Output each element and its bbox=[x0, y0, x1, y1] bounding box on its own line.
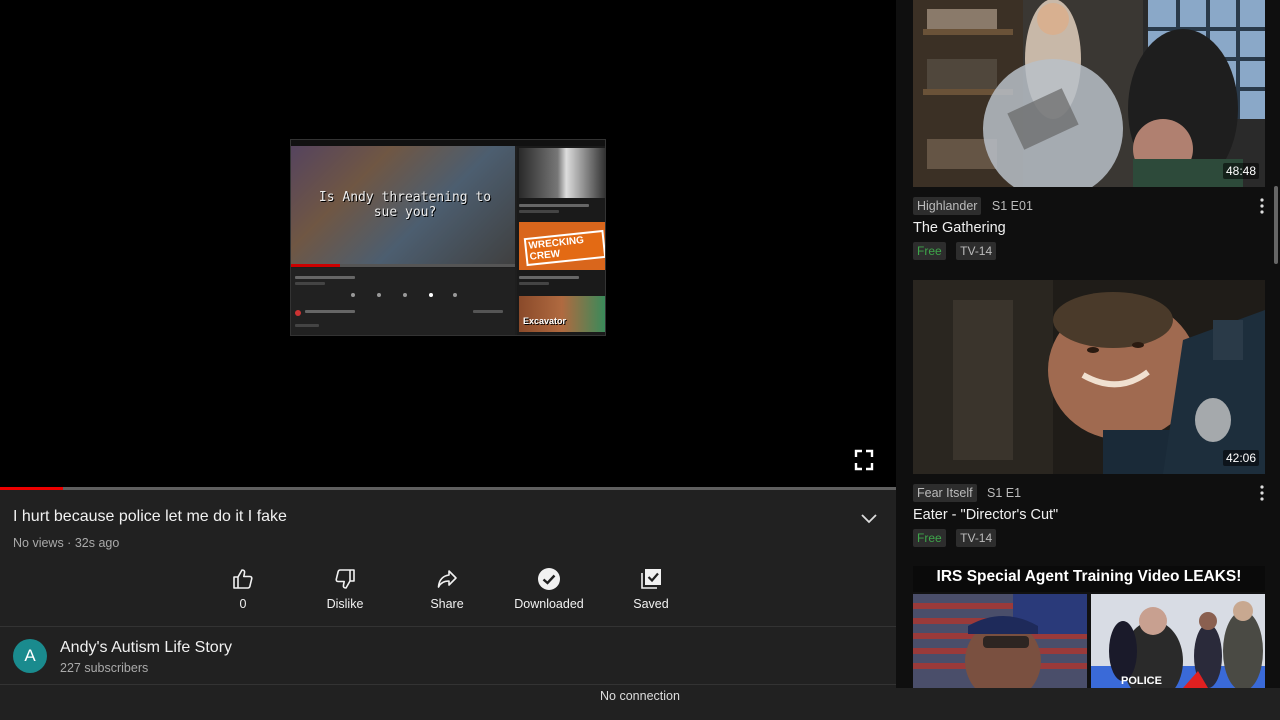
chevron-down-icon[interactable] bbox=[860, 511, 878, 525]
share-icon bbox=[437, 570, 457, 588]
preview-video-area: Is Andy threatening to sue you? bbox=[291, 146, 515, 264]
free-badge: Free bbox=[913, 242, 946, 260]
video-thumbnail[interactable]: 42:06 bbox=[913, 280, 1265, 474]
video-duration: 42:06 bbox=[1222, 450, 1259, 466]
recommendations-panel: 48:48 Highlander S1 E01 The Gathering Fr… bbox=[896, 0, 1280, 688]
action-bar: 0 Dislike Share Downloaded Saved bbox=[193, 564, 703, 616]
thumbs-down-icon bbox=[335, 569, 355, 589]
more-options-icon[interactable] bbox=[1257, 484, 1267, 502]
divider bbox=[0, 684, 896, 685]
share-label: Share bbox=[430, 597, 464, 611]
thumbnail-image bbox=[913, 0, 1265, 187]
preview-overlay-text: Is Andy threatening to sue you? bbox=[318, 190, 492, 220]
recommendation-card[interactable]: 48:48 Highlander S1 E01 The Gathering Fr… bbox=[913, 0, 1265, 260]
preview-info-area bbox=[291, 268, 515, 335]
no-connection-banner: No connection bbox=[600, 689, 680, 703]
thumbs-up-icon bbox=[233, 569, 253, 589]
downloaded-check-icon bbox=[538, 568, 560, 590]
progress-bar[interactable] bbox=[0, 487, 896, 490]
show-badge: Fear Itself bbox=[913, 484, 977, 502]
channel-row[interactable]: A Andy's Autism Life Story 227 subscribe… bbox=[0, 627, 896, 685]
video-duration: 48:48 bbox=[1222, 163, 1259, 179]
episode-label: S1 E1 bbox=[987, 486, 1022, 500]
video-player[interactable]: Is Andy threatening to sue you? WRECKING… bbox=[0, 0, 896, 488]
thumbnail-headline: IRS Special Agent Training Video LEAKS! bbox=[936, 568, 1242, 585]
saved-playlist-icon bbox=[641, 569, 661, 589]
free-badge: Free bbox=[913, 529, 946, 547]
video-frame: Is Andy threatening to sue you? WRECKING… bbox=[290, 139, 606, 336]
show-badge: Highlander bbox=[913, 197, 982, 215]
recommendation-card[interactable]: POLICE IRS Special Agent Training Video … bbox=[913, 566, 1265, 688]
rating-badge: TV-14 bbox=[956, 242, 997, 260]
rating-badge: TV-14 bbox=[956, 529, 997, 547]
preview-progress bbox=[291, 264, 515, 267]
like-count: 0 bbox=[239, 597, 247, 611]
recommendation-card[interactable]: 42:06 Fear Itself S1 E1 Eater - "Directo… bbox=[913, 280, 1265, 547]
subscriber-count: 227 subscribers bbox=[60, 661, 149, 675]
scrollbar[interactable] bbox=[1274, 186, 1278, 264]
channel-name: Andy's Autism Life Story bbox=[60, 639, 233, 656]
preview-sidebar: WRECKING CREW Excavator bbox=[517, 146, 605, 335]
fullscreen-icon[interactable] bbox=[854, 449, 874, 471]
dislike-label: Dislike bbox=[326, 597, 364, 611]
watch-panel: Is Andy threatening to sue you? WRECKING… bbox=[0, 0, 896, 720]
thumbnail-image bbox=[913, 280, 1265, 474]
avatar[interactable]: A bbox=[13, 639, 47, 673]
downloaded-label: Downloaded bbox=[514, 597, 584, 611]
episode-title: Eater - "Director's Cut" bbox=[913, 507, 1059, 523]
svg-text:POLICE: POLICE bbox=[1121, 675, 1162, 687]
video-thumbnail[interactable]: 48:48 bbox=[913, 0, 1265, 187]
video-title: I hurt because police let me do it I fak… bbox=[13, 508, 287, 525]
episode-label: S1 E01 bbox=[991, 199, 1033, 213]
video-thumbnail[interactable]: POLICE IRS Special Agent Training Video … bbox=[913, 566, 1265, 688]
saved-label: Saved bbox=[633, 597, 669, 611]
dislike-button[interactable]: Dislike bbox=[295, 564, 395, 616]
video-meta: No views · 32s ago bbox=[13, 536, 120, 550]
like-button[interactable]: 0 bbox=[193, 564, 293, 616]
more-options-icon[interactable] bbox=[1257, 197, 1267, 215]
share-button[interactable]: Share bbox=[397, 564, 497, 616]
progress-fill bbox=[0, 487, 63, 490]
saved-button[interactable]: Saved bbox=[601, 564, 701, 616]
episode-title: The Gathering bbox=[913, 220, 1006, 236]
downloaded-button[interactable]: Downloaded bbox=[499, 564, 599, 616]
